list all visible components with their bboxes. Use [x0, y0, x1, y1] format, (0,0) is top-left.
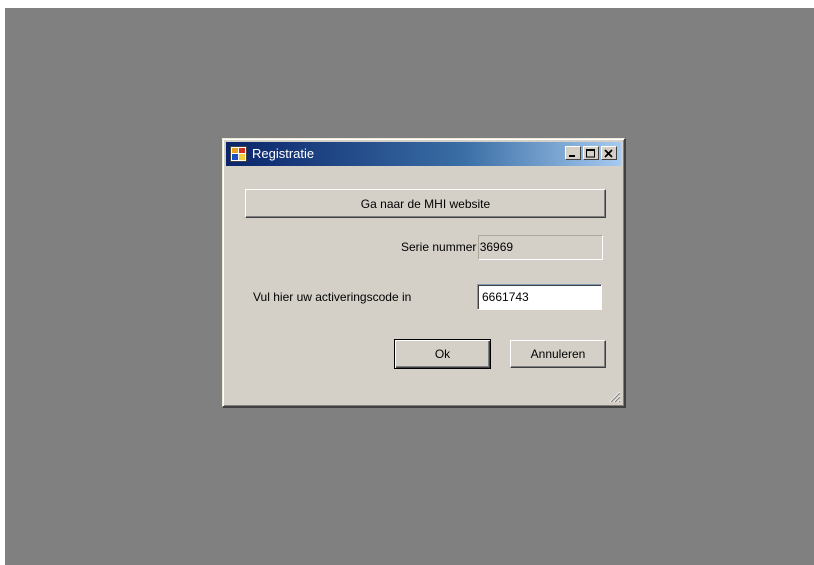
close-icon	[604, 148, 613, 158]
resize-grip-icon[interactable]	[607, 389, 621, 403]
title-bar[interactable]: Registratie	[226, 142, 621, 166]
activation-code-input[interactable]	[477, 284, 602, 310]
app-icon	[230, 146, 247, 162]
activation-code-label: Vul hier uw activeringscode in	[253, 290, 412, 304]
ok-button[interactable]: Ok	[394, 339, 491, 369]
cancel-button[interactable]: Annuleren	[510, 340, 606, 368]
window-title: Registratie	[252, 146, 315, 161]
maximize-icon	[586, 148, 595, 157]
serial-number-label: Serie nummer 36969	[401, 240, 514, 254]
ok-button-label: Ok	[434, 347, 451, 361]
maximize-button[interactable]	[583, 146, 599, 160]
registration-dialog: Registratie Ga naar de MHI website Serie…	[222, 138, 626, 408]
minimize-icon	[569, 154, 575, 157]
cancel-button-label: Annuleren	[530, 347, 586, 361]
minimize-button[interactable]	[565, 146, 581, 160]
website-button-label: Ga naar de MHI website	[360, 196, 491, 211]
website-button[interactable]: Ga naar de MHI website	[245, 189, 606, 218]
close-button[interactable]	[601, 146, 617, 160]
